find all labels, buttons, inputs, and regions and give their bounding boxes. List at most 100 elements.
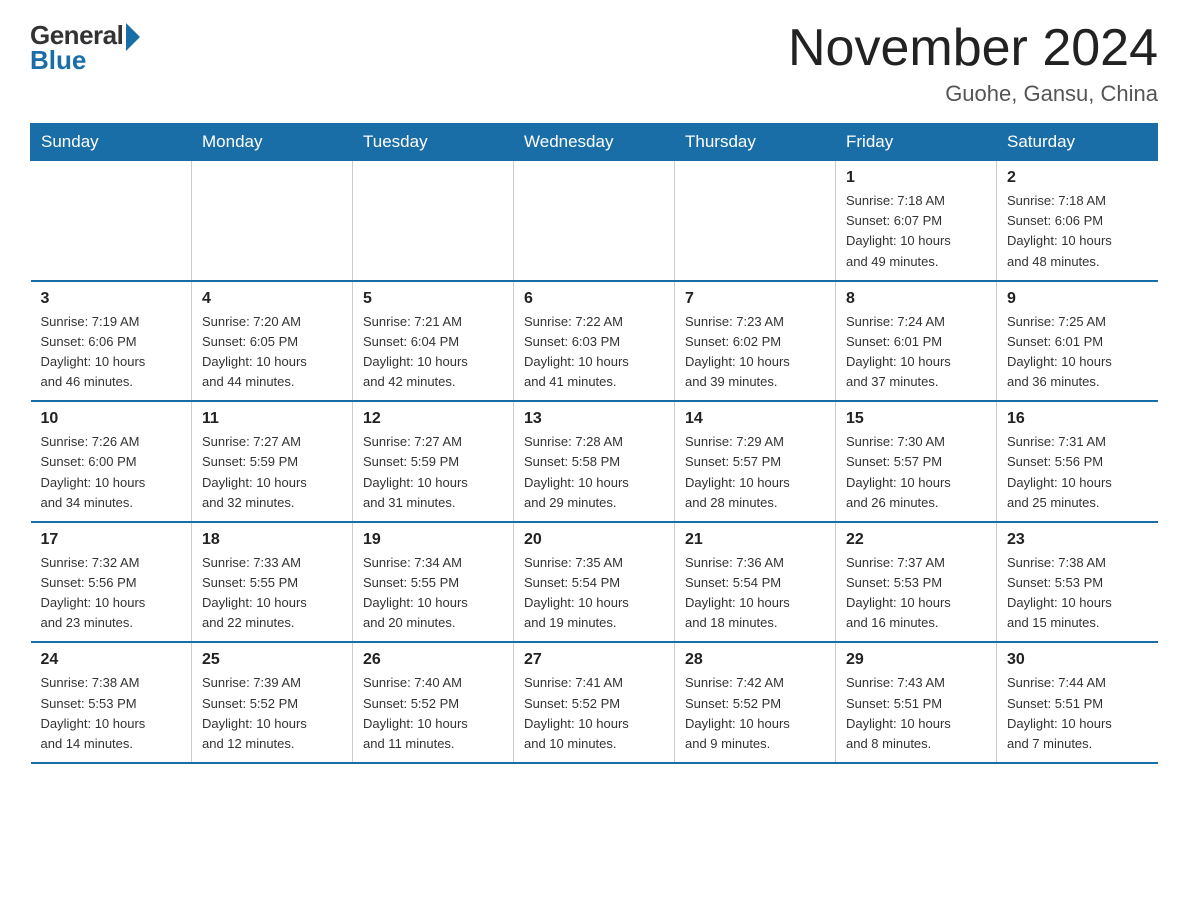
day-info: Sunrise: 7:18 AMSunset: 6:07 PMDaylight:… [846, 191, 986, 272]
day-info: Sunrise: 7:39 AMSunset: 5:52 PMDaylight:… [202, 673, 342, 754]
table-row: 27Sunrise: 7:41 AMSunset: 5:52 PMDayligh… [514, 642, 675, 763]
day-info: Sunrise: 7:36 AMSunset: 5:54 PMDaylight:… [685, 553, 825, 634]
table-row: 28 Sunrise: 7:42 AMSunset: 5:52 PMDayligh… [675, 642, 836, 763]
day-number: 22 [846, 531, 986, 549]
calendar-week-row: 3 Sunrise: 7:19 AMSunset: 6:06 PMDaylight… [31, 281, 1158, 402]
day-number: 8 [846, 290, 986, 308]
day-info: Sunrise: 7:40 AMSunset: 5:52 PMDaylight:… [363, 673, 503, 754]
day-info: Sunrise: 7:23 AMSunset: 6:02 PMDaylight:… [685, 312, 825, 393]
day-info: Sunrise: 7:38 AMSunset: 5:53 PMDaylight:… [1007, 553, 1148, 634]
day-info: Sunrise: 7:42 AMSunset: 5:52 PMDaylight:… [685, 673, 825, 754]
day-number: 28 [685, 651, 825, 669]
header-area: General Blue November 2024 Guohe, Gansu,… [30, 20, 1158, 107]
calendar-title: November 2024 [788, 20, 1158, 77]
calendar-week-row: 1 Sunrise: 7:18 AMSunset: 6:07 PMDaylight… [31, 161, 1158, 281]
day-info: Sunrise: 7:19 AMSunset: 6:06 PMDaylight:… [41, 312, 182, 393]
header-tuesday: Tuesday [353, 124, 514, 161]
table-row: 7 Sunrise: 7:23 AMSunset: 6:02 PMDaylight… [675, 281, 836, 402]
day-info: Sunrise: 7:25 AMSunset: 6:01 PMDaylight:… [1007, 312, 1148, 393]
table-row: 16 Sunrise: 7:31 AMSunset: 5:56 PMDayligh… [997, 401, 1158, 522]
table-row: 14 Sunrise: 7:29 AMSunset: 5:57 PMDayligh… [675, 401, 836, 522]
day-info: Sunrise: 7:43 AMSunset: 5:51 PMDaylight:… [846, 673, 986, 754]
table-row: 9 Sunrise: 7:25 AMSunset: 6:01 PMDaylight… [997, 281, 1158, 402]
table-row: 10Sunrise: 7:26 AMSunset: 6:00 PMDayligh… [31, 401, 192, 522]
day-info: Sunrise: 7:22 AMSunset: 6:03 PMDaylight:… [524, 312, 664, 393]
day-number: 2 [1007, 169, 1148, 187]
day-number: 27 [524, 651, 664, 669]
day-info: Sunrise: 7:26 AMSunset: 6:00 PMDaylight:… [41, 432, 182, 513]
day-info: Sunrise: 7:21 AMSunset: 6:04 PMDaylight:… [363, 312, 503, 393]
table-row: 17 Sunrise: 7:32 AMSunset: 5:56 PMDayligh… [31, 522, 192, 643]
table-row: 19 Sunrise: 7:34 AMSunset: 5:55 PMDayligh… [353, 522, 514, 643]
day-number: 23 [1007, 531, 1148, 549]
table-row: 23 Sunrise: 7:38 AMSunset: 5:53 PMDayligh… [997, 522, 1158, 643]
day-info: Sunrise: 7:31 AMSunset: 5:56 PMDaylight:… [1007, 432, 1148, 513]
day-number: 1 [846, 169, 986, 187]
table-row: 22 Sunrise: 7:37 AMSunset: 5:53 PMDayligh… [836, 522, 997, 643]
day-number: 9 [1007, 290, 1148, 308]
table-row: 25 Sunrise: 7:39 AMSunset: 5:52 PMDayligh… [192, 642, 353, 763]
day-info: Sunrise: 7:18 AMSunset: 6:06 PMDaylight:… [1007, 191, 1148, 272]
day-info: Sunrise: 7:35 AMSunset: 5:54 PMDaylight:… [524, 553, 664, 634]
table-row: 3 Sunrise: 7:19 AMSunset: 6:06 PMDaylight… [31, 281, 192, 402]
table-row: 26Sunrise: 7:40 AMSunset: 5:52 PMDayligh… [353, 642, 514, 763]
day-info: Sunrise: 7:32 AMSunset: 5:56 PMDaylight:… [41, 553, 182, 634]
day-info: Sunrise: 7:20 AMSunset: 6:05 PMDaylight:… [202, 312, 342, 393]
day-number: 19 [363, 531, 503, 549]
table-row: 21 Sunrise: 7:36 AMSunset: 5:54 PMDayligh… [675, 522, 836, 643]
day-number: 7 [685, 290, 825, 308]
title-area: November 2024 Guohe, Gansu, China [788, 20, 1158, 107]
calendar-table: Sunday Monday Tuesday Wednesday Thursday… [30, 123, 1158, 764]
day-number: 3 [41, 290, 182, 308]
calendar-week-row: 10Sunrise: 7:26 AMSunset: 6:00 PMDayligh… [31, 401, 1158, 522]
table-row: 11Sunrise: 7:27 AMSunset: 5:59 PMDayligh… [192, 401, 353, 522]
day-info: Sunrise: 7:33 AMSunset: 5:55 PMDaylight:… [202, 553, 342, 634]
calendar-week-row: 17 Sunrise: 7:32 AMSunset: 5:56 PMDayligh… [31, 522, 1158, 643]
logo-triangle-icon [126, 23, 140, 51]
header-sunday: Sunday [31, 124, 192, 161]
day-number: 14 [685, 410, 825, 428]
day-number: 16 [1007, 410, 1148, 428]
day-number: 17 [41, 531, 182, 549]
day-info: Sunrise: 7:27 AMSunset: 5:59 PMDaylight:… [202, 432, 342, 513]
weekday-header-row: Sunday Monday Tuesday Wednesday Thursday… [31, 124, 1158, 161]
table-row: 12 Sunrise: 7:27 AMSunset: 5:59 PMDayligh… [353, 401, 514, 522]
table-row: 24Sunrise: 7:38 AMSunset: 5:53 PMDayligh… [31, 642, 192, 763]
day-info: Sunrise: 7:44 AMSunset: 5:51 PMDaylight:… [1007, 673, 1148, 754]
day-number: 13 [524, 410, 664, 428]
table-row [514, 161, 675, 281]
calendar-subtitle: Guohe, Gansu, China [788, 81, 1158, 107]
day-info: Sunrise: 7:37 AMSunset: 5:53 PMDaylight:… [846, 553, 986, 634]
table-row: 8Sunrise: 7:24 AMSunset: 6:01 PMDaylight… [836, 281, 997, 402]
table-row: 18Sunrise: 7:33 AMSunset: 5:55 PMDayligh… [192, 522, 353, 643]
day-info: Sunrise: 7:29 AMSunset: 5:57 PMDaylight:… [685, 432, 825, 513]
day-number: 21 [685, 531, 825, 549]
table-row: 15Sunrise: 7:30 AMSunset: 5:57 PMDayligh… [836, 401, 997, 522]
header-wednesday: Wednesday [514, 124, 675, 161]
day-number: 4 [202, 290, 342, 308]
day-info: Sunrise: 7:28 AMSunset: 5:58 PMDaylight:… [524, 432, 664, 513]
day-number: 29 [846, 651, 986, 669]
day-number: 5 [363, 290, 503, 308]
table-row: 6 Sunrise: 7:22 AMSunset: 6:03 PMDaylight… [514, 281, 675, 402]
day-number: 6 [524, 290, 664, 308]
day-number: 25 [202, 651, 342, 669]
day-info: Sunrise: 7:27 AMSunset: 5:59 PMDaylight:… [363, 432, 503, 513]
table-row [31, 161, 192, 281]
header-thursday: Thursday [675, 124, 836, 161]
day-number: 12 [363, 410, 503, 428]
header-friday: Friday [836, 124, 997, 161]
logo-blue-text: Blue [30, 45, 86, 76]
table-row: 1 Sunrise: 7:18 AMSunset: 6:07 PMDaylight… [836, 161, 997, 281]
header-monday: Monday [192, 124, 353, 161]
day-number: 20 [524, 531, 664, 549]
logo: General Blue [30, 20, 140, 76]
table-row: 20 Sunrise: 7:35 AMSunset: 5:54 PMDayligh… [514, 522, 675, 643]
table-row: 30Sunrise: 7:44 AMSunset: 5:51 PMDayligh… [997, 642, 1158, 763]
table-row: 29 Sunrise: 7:43 AMSunset: 5:51 PMDayligh… [836, 642, 997, 763]
table-row [353, 161, 514, 281]
day-number: 15 [846, 410, 986, 428]
table-row: 5 Sunrise: 7:21 AMSunset: 6:04 PMDaylight… [353, 281, 514, 402]
day-info: Sunrise: 7:38 AMSunset: 5:53 PMDaylight:… [41, 673, 182, 754]
day-info: Sunrise: 7:34 AMSunset: 5:55 PMDaylight:… [363, 553, 503, 634]
